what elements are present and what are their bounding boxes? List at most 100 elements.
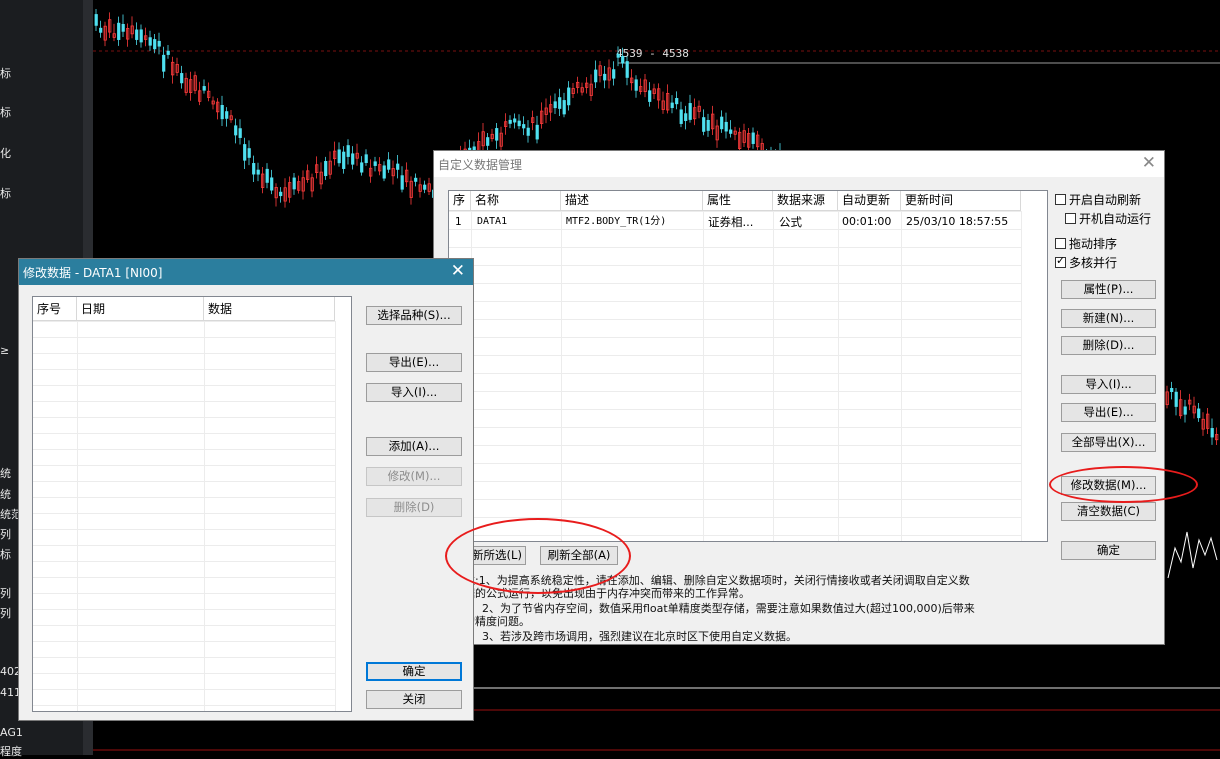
dialog-title: 自定义数据管理 <box>438 158 523 172</box>
candle-body <box>688 103 692 120</box>
grid-line <box>33 369 335 370</box>
sidebar-label[interactable]: 列 <box>0 526 11 542</box>
data-list[interactable]: 序号 日期 数据 <box>32 296 352 712</box>
grid-line <box>77 321 78 711</box>
delete-button[interactable]: 删除(D) <box>366 498 462 517</box>
delete-button[interactable]: 删除(D)... <box>1061 336 1156 355</box>
candle-body <box>243 144 247 161</box>
column-header[interactable]: 自动更新 <box>838 191 901 211</box>
candle-body <box>720 116 724 130</box>
sidebar-label[interactable]: 标 <box>0 546 11 562</box>
checkbox-box[interactable] <box>1065 213 1076 224</box>
sidebar-label[interactable]: 程度 <box>0 743 22 759</box>
candle-body <box>675 98 679 105</box>
column-header[interactable]: 数据来源 <box>773 191 838 211</box>
column-header[interactable]: 名称 <box>471 191 561 211</box>
candle-body <box>99 27 103 33</box>
import-button[interactable]: 导入(I)... <box>1061 375 1156 394</box>
export-button[interactable]: 导出(E)... <box>366 353 462 372</box>
auto-refresh-checkbox[interactable]: 开启自动刷新 <box>1055 191 1141 208</box>
grid-line <box>33 705 335 706</box>
column-header[interactable]: 描述 <box>561 191 703 211</box>
note-line: 3、若涉及跨市场调用，强烈建议在北京时区下使用自定义数据。 <box>482 630 797 643</box>
sidebar-label[interactable]: 化 <box>0 145 11 161</box>
grid-line <box>449 499 1021 500</box>
column-header[interactable]: 序号 <box>33 297 77 321</box>
indicator-line <box>1167 531 1218 579</box>
candle-body <box>351 153 355 165</box>
checkbox-box[interactable]: ✓ <box>1055 255 1066 268</box>
column-header[interactable]: 日期 <box>77 297 204 321</box>
sidebar-label[interactable]: 标 <box>0 65 11 81</box>
column-header[interactable]: 属性 <box>703 191 773 211</box>
candle-body <box>292 177 296 190</box>
candle-body <box>616 53 620 58</box>
candle-body <box>225 111 229 119</box>
sidebar-label[interactable]: 统 <box>0 465 11 481</box>
custom-data-list[interactable]: 序 名称 描述 属性 数据来源 自动更新 更新时间 1 DATA1 MTF2.B… <box>448 190 1048 542</box>
checkbox-box[interactable] <box>1055 238 1066 249</box>
grid-line <box>449 265 1021 266</box>
new-button[interactable]: 新建(N)... <box>1061 309 1156 328</box>
startup-run-checkbox[interactable]: 开机自动运行 <box>1065 210 1151 227</box>
close-icon[interactable]: ✕ <box>451 261 465 281</box>
grid-line <box>449 301 1021 302</box>
candle-body <box>153 39 157 50</box>
grid-line <box>33 641 335 642</box>
sidebar-label[interactable]: 列 <box>0 585 11 601</box>
modify-data-button[interactable]: 修改数据(M)... <box>1061 476 1156 495</box>
grid-line <box>838 211 839 541</box>
grid-line <box>449 337 1021 338</box>
properties-button[interactable]: 属性(P)... <box>1061 280 1156 299</box>
add-button[interactable]: 添加(A)... <box>366 437 462 456</box>
export-button[interactable]: 导出(E)... <box>1061 403 1156 422</box>
close-icon[interactable]: ✕ <box>1142 153 1156 173</box>
checkbox-box[interactable] <box>1055 194 1066 205</box>
grid-line <box>335 321 336 711</box>
sidebar-label[interactable]: 标 <box>0 185 11 201</box>
sidebar-label[interactable]: AG1 <box>0 726 23 739</box>
multi-core-checkbox[interactable]: ✓ 多核并行 <box>1055 254 1117 271</box>
candle-body <box>364 154 368 163</box>
candle-body <box>252 163 256 175</box>
candle-body <box>265 168 269 183</box>
candle-body <box>360 162 364 173</box>
close-button[interactable]: 关闭 <box>366 690 462 709</box>
note-line: 2、为了节省内存空间，数值采用float单精度类型存储，需要注意如果数值过大(超… <box>482 602 975 615</box>
column-header[interactable]: 更新时间 <box>901 191 1021 211</box>
sidebar-label[interactable]: ≥ <box>0 344 9 357</box>
refresh-all-button[interactable]: 刷新全部(A) <box>540 546 618 565</box>
drag-sort-checkbox[interactable]: 拖动排序 <box>1055 235 1117 252</box>
select-product-button[interactable]: 选择品种(S)... <box>366 306 462 325</box>
candle-body <box>634 79 638 91</box>
export-all-button[interactable]: 全部导出(X)... <box>1061 433 1156 452</box>
candle-body <box>594 69 598 83</box>
refresh-selected-button[interactable]: 新所选(L) <box>468 546 526 565</box>
table-row[interactable]: 1 DATA1 MTF2.BODY_TR(1分) 证券相... 公式 00:01… <box>449 213 1021 231</box>
sidebar-label[interactable]: 标 <box>0 104 11 120</box>
sidebar-label[interactable]: 列 <box>0 605 11 621</box>
candle-body <box>612 69 616 79</box>
ok-button[interactable]: 确定 <box>366 662 462 681</box>
candle-body <box>157 40 161 47</box>
candle-body <box>270 177 274 191</box>
dialog-titlebar[interactable]: 修改数据 - DATA1 [NI00] ✕ <box>19 259 473 285</box>
ok-button[interactable]: 确定 <box>1061 541 1156 560</box>
sidebar-label[interactable]: 统 <box>0 486 11 502</box>
clear-data-button[interactable]: 清空数据(C) <box>1061 502 1156 521</box>
grid-line <box>449 535 1021 536</box>
dialog-titlebar[interactable]: 自定义数据管理 ✕ <box>434 151 1164 177</box>
row-index: 1 <box>455 216 462 228</box>
dialog-title: 修改数据 - DATA1 [NI00] <box>23 266 163 280</box>
column-header[interactable]: 数据 <box>204 297 335 321</box>
row-update-time: 25/03/10 18:57:55 <box>906 215 1009 228</box>
grid-line <box>449 247 1021 248</box>
grid-line <box>33 385 335 386</box>
candle-body <box>162 54 166 72</box>
grid-line <box>33 497 335 498</box>
grid-line <box>449 481 1021 482</box>
modify-button[interactable]: 修改(M)... <box>366 467 462 486</box>
column-header[interactable]: 序 <box>449 191 471 211</box>
note-line: 据的公式运行，以免出现由于内存冲突而带来的工作异常。 <box>464 587 750 600</box>
import-button[interactable]: 导入(I)... <box>366 383 462 402</box>
